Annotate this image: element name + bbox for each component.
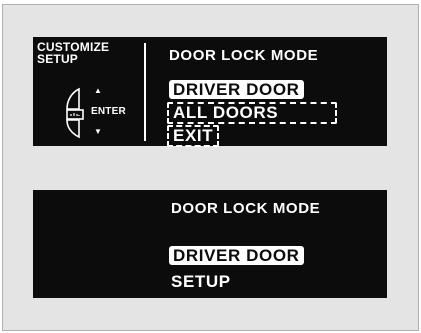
option-driver-door[interactable]: DRIVER DOOR (169, 80, 304, 99)
up-arrow-icon: ▲ (94, 86, 102, 95)
menu-title: DOOR LOCK MODE (169, 47, 319, 64)
display-screen-result: DOOR LOCK MODE DRIVER DOOR SETUP (33, 190, 387, 298)
setup-label: SETUP (171, 272, 231, 291)
customize-setup-label: CUSTOMIZE SETUP (37, 40, 110, 66)
display-screen-customize: CUSTOMIZE SETUP ▲ ENTER ▼ DOOR LOCK MODE… (33, 37, 387, 147)
menu-title: DOOR LOCK MODE (171, 200, 321, 217)
divider (144, 43, 146, 141)
enter-label: ENTER (91, 106, 126, 117)
option-exit[interactable]: EXIT (167, 125, 220, 147)
option-all-doors[interactable]: ALL DOORS (167, 102, 337, 124)
down-arrow-icon: ▼ (94, 127, 102, 136)
selected-value-driver-door: DRIVER DOOR (169, 246, 304, 265)
